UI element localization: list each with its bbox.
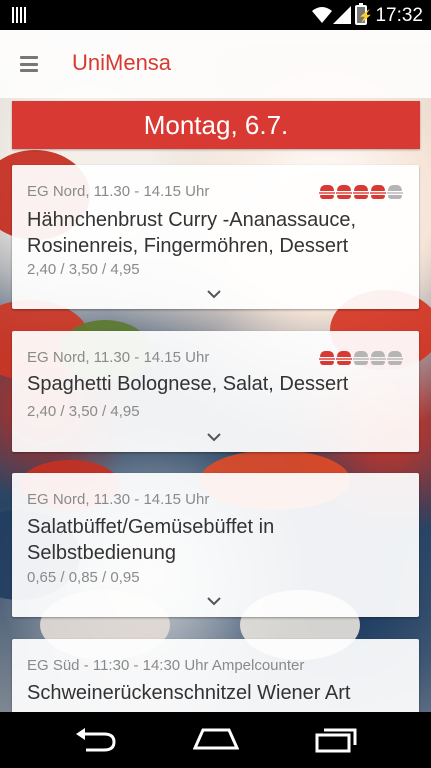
meal-location: EG Nord, 11.30 - 14.15 Uhr <box>27 349 210 366</box>
meal-name: Schweinerückenschnitzel Wiener Art <box>27 682 351 704</box>
burger-rating-icon <box>336 185 352 199</box>
chevron-down-icon[interactable] <box>207 289 221 299</box>
status-bar: ⚡ 17:32 <box>0 0 431 30</box>
chevron-down-icon[interactable] <box>207 432 221 442</box>
meal-name: Hähnchenbrust Curry -Ananassauce, Rosine… <box>27 209 357 257</box>
burger-rating-icon <box>353 351 369 365</box>
status-time: 17:32 <box>375 5 423 26</box>
app-bar: UniMensa <box>0 30 431 98</box>
meal-name: Salatbüffet/Gemüsebüffet in Selbstbedien… <box>27 516 275 564</box>
meal-name: Spaghetti Bolognese, Salat, Dessert <box>27 373 349 395</box>
meal-prices: 2,40 / 3,50 / 4,95 <box>27 261 140 278</box>
home-icon[interactable] <box>193 728 239 750</box>
meal-location: EG Nord, 11.30 - 14.15 Uhr <box>27 183 210 200</box>
meal-prices: 0,65 / 0,85 / 0,95 <box>27 569 140 586</box>
meal-card[interactable]: EG Nord, 11.30 - 14.15 Uhr Hähnchenbrust… <box>12 165 419 309</box>
back-icon[interactable] <box>74 728 118 752</box>
day-header: Montag, 6.7. <box>12 101 420 149</box>
burger-rating-icon <box>336 351 352 365</box>
navigation-bar <box>0 712 431 768</box>
signal-icon <box>333 6 351 24</box>
hamburger-menu-icon[interactable] <box>20 56 38 72</box>
burger-rating-icon <box>370 351 386 365</box>
burger-rating-icon <box>370 185 386 199</box>
meal-location: EG Nord, 11.30 - 14.15 Uhr <box>27 491 210 508</box>
chevron-down-icon[interactable] <box>207 596 221 606</box>
burger-rating-icon <box>353 185 369 199</box>
meal-rating[interactable] <box>319 185 403 199</box>
app-title: UniMensa <box>72 50 172 75</box>
battery-icon: ⚡ <box>355 3 373 25</box>
meal-card[interactable]: EG Nord, 11.30 - 14.15 Uhr Spaghetti Bol… <box>12 331 419 452</box>
burger-rating-icon <box>319 185 335 199</box>
recents-icon[interactable] <box>315 727 357 753</box>
burger-rating-icon <box>319 351 335 365</box>
meal-prices: 2,40 / 3,50 / 4,95 <box>27 403 140 420</box>
burger-rating-icon <box>387 351 403 365</box>
sim-icon <box>12 7 28 23</box>
meal-location: EG Süd - 11:30 - 14:30 Uhr Ampelcounter <box>27 657 305 674</box>
wifi-icon <box>312 7 332 23</box>
burger-rating-icon <box>387 185 403 199</box>
meal-rating[interactable] <box>319 351 403 365</box>
meal-card[interactable]: EG Nord, 11.30 - 14.15 Uhr Salatbüffet/G… <box>12 473 419 617</box>
